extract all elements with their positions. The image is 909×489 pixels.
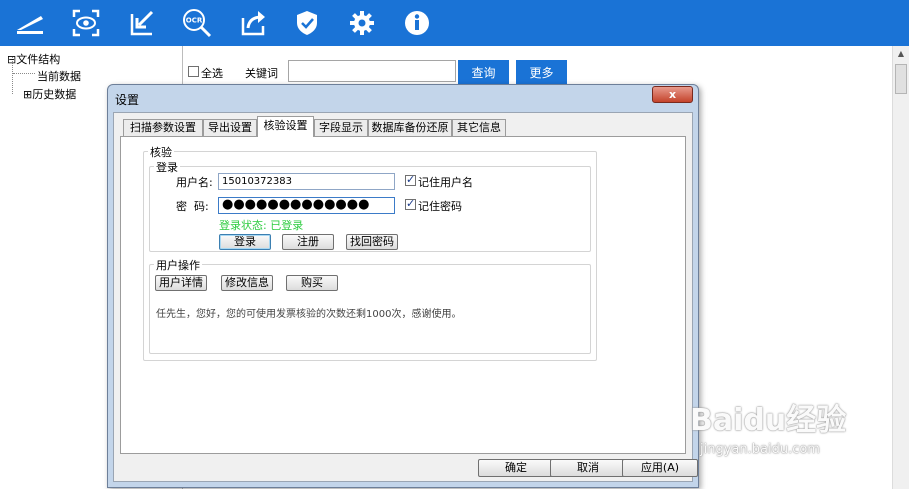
tree-item-history-data[interactable]: ⊞历史数据 [23, 86, 76, 102]
keyword-input[interactable] [288, 60, 456, 82]
tab-other-info[interactable]: 其它信息 [452, 119, 506, 136]
query-button[interactable]: 查询 [458, 60, 509, 84]
more-button[interactable]: 更多 [516, 60, 567, 84]
watermark-logo: Baidu经验 [690, 403, 847, 438]
tab-field-display[interactable]: 字段显示 [314, 119, 368, 136]
tree-root-label: 文件结构 [16, 53, 61, 66]
tab-scan-params[interactable]: 扫描参数设置 [123, 119, 203, 136]
svg-text:OCR: OCR [186, 17, 203, 25]
vertical-scrollbar[interactable]: ▲ [892, 46, 909, 489]
remember-username-label: 记住用户名 [418, 176, 473, 189]
password-field[interactable]: ●●●●●●●●●●●●● [218, 197, 395, 214]
register-button[interactable]: 注册 [282, 234, 334, 250]
tree-root[interactable]: ⊟文件结构 [7, 51, 60, 67]
ocr-search-icon[interactable]: OCR [180, 6, 214, 40]
login-group: 登录 用户名: 15010372383 记住用户名 密 码: ●●●●●●●●●… [149, 159, 591, 252]
verify-settings-panel: 核验 登录 用户名: 15010372383 记住用户名 密 码: ●●●●●●… [120, 136, 686, 454]
collapse-icon[interactable]: ⊟ [7, 53, 16, 66]
user-ops-group: 用户操作 用户详情 修改信息 购买 任先生，您好，您的可使用发票核验的次数还剩1… [149, 257, 591, 354]
watermark-url: jingyan.baidu.com [700, 442, 820, 457]
scan-icon[interactable] [13, 6, 47, 40]
eye-icon[interactable] [69, 6, 103, 40]
username-label: 用户名: [176, 176, 213, 189]
remember-username-checkbox[interactable] [405, 173, 416, 186]
tab-verify-settings[interactable]: 核验设置 [257, 116, 314, 137]
shield-check-icon[interactable] [290, 6, 324, 40]
tree-connector [13, 73, 35, 74]
verify-group: 核验 登录 用户名: 15010372383 记住用户名 密 码: ●●●●●●… [143, 144, 597, 361]
settings-dialog: 设置 x 扫描参数设置 导出设置 核验设置 字段显示 数据库备份还原 其它信息 … [107, 84, 699, 488]
cancel-button[interactable]: 取消 [550, 459, 626, 477]
recover-password-button[interactable]: 找回密码 [346, 234, 398, 250]
info-icon[interactable] [400, 6, 434, 40]
select-all-label: 全选 [201, 67, 223, 80]
login-group-label: 登录 [154, 159, 180, 175]
password-label: 密 码: [176, 200, 209, 213]
main-toolbar: OCR [0, 0, 909, 46]
username-field[interactable]: 15010372383 [218, 173, 395, 190]
scroll-thumb[interactable] [895, 64, 907, 94]
verify-group-label: 核验 [148, 144, 174, 160]
tree-item-label: 当前数据 [37, 70, 81, 83]
remember-password-label: 记住密码 [418, 200, 462, 213]
apply-button[interactable]: 应用(A) [622, 459, 698, 477]
select-all-checkbox[interactable] [188, 66, 199, 77]
login-button[interactable]: 登录 [219, 234, 271, 250]
usage-info-text: 任先生，您好，您的可使用发票核验的次数还剩1000次，感谢使用。 [156, 309, 462, 320]
user-ops-group-label: 用户操作 [154, 257, 202, 273]
expand-icon[interactable]: ⊞ [23, 88, 32, 101]
dialog-body: 扫描参数设置 导出设置 核验设置 字段显示 数据库备份还原 其它信息 核验 登录… [113, 112, 698, 482]
buy-button[interactable]: 购买 [286, 275, 338, 291]
keyword-label: 关键词 [245, 67, 278, 80]
export-icon[interactable] [236, 6, 270, 40]
tree-item-current-data[interactable]: 当前数据 [37, 68, 81, 84]
remember-password-checkbox[interactable] [405, 197, 416, 210]
gear-icon[interactable] [345, 6, 379, 40]
tab-db-backup[interactable]: 数据库备份还原 [368, 119, 452, 136]
edit-info-button[interactable]: 修改信息 [221, 275, 273, 291]
ok-button[interactable]: 确定 [478, 459, 554, 477]
tree-item-label: 历史数据 [32, 88, 77, 101]
close-button[interactable]: x [652, 86, 693, 103]
user-detail-button[interactable]: 用户详情 [155, 275, 207, 291]
dialog-title: 设置 [115, 93, 140, 107]
scroll-up-icon[interactable]: ▲ [893, 46, 909, 62]
login-status: 登录状态: 已登录 [219, 219, 304, 232]
tab-export-settings[interactable]: 导出设置 [203, 119, 257, 136]
import-icon[interactable] [125, 6, 159, 40]
